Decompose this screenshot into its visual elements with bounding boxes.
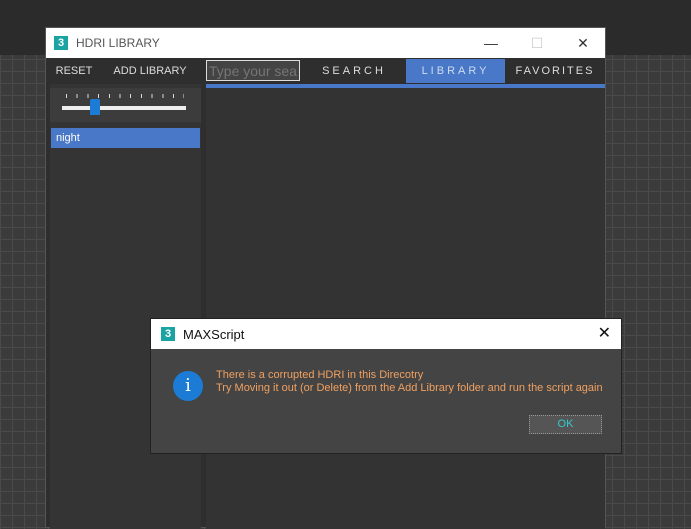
maximize-button[interactable]: ☐ <box>514 28 560 58</box>
dialog-title: MAXScript <box>183 326 245 342</box>
dialog-close-button[interactable]: ✕ <box>598 323 611 343</box>
ok-button[interactable]: OK <box>529 415 602 434</box>
slider-thumb[interactable] <box>90 99 101 115</box>
toolbar: RESET ADD LIBRARY SEARCH LIBRARY FAVORIT… <box>50 59 605 83</box>
tab-favorites[interactable]: FAVORITES <box>505 59 605 83</box>
app-logo-icon: 3 <box>161 327 175 341</box>
minimize-button[interactable]: — <box>468 28 514 58</box>
thumbnail-size-slider[interactable] <box>50 88 201 122</box>
message-line-2: Try Moving it out (or Delete) from the A… <box>216 382 603 394</box>
title-bar: 3 HDRI LIBRARY — ☐ ✕ <box>46 28 605 58</box>
add-library-button[interactable]: ADD LIBRARY <box>98 59 202 83</box>
dialog-title-bar: 3 MAXScript ✕ <box>151 319 621 349</box>
message-line-1: There is a corrupted HDRI in this Direco… <box>216 369 424 381</box>
info-icon: i <box>173 371 203 401</box>
app-logo-icon: 3 <box>54 36 68 50</box>
window-title: HDRI LIBRARY <box>76 36 160 50</box>
search-input[interactable] <box>206 60 300 81</box>
list-item[interactable]: night <box>51 128 200 148</box>
tab-library[interactable]: LIBRARY <box>406 59 505 83</box>
slider-track <box>62 106 186 110</box>
tab-indicator <box>206 84 605 88</box>
reset-button[interactable]: RESET <box>50 59 98 83</box>
library-panel: night <box>50 84 201 529</box>
close-button[interactable]: ✕ <box>560 28 606 58</box>
hdri-grid <box>206 84 605 529</box>
dialog-message: There is a corrupted HDRI in this Direco… <box>216 369 603 395</box>
search-button[interactable]: SEARCH <box>302 59 406 83</box>
slider-ticks <box>66 94 184 98</box>
maxscript-dialog: 3 MAXScript ✕ i There is a corrupted HDR… <box>150 318 622 454</box>
